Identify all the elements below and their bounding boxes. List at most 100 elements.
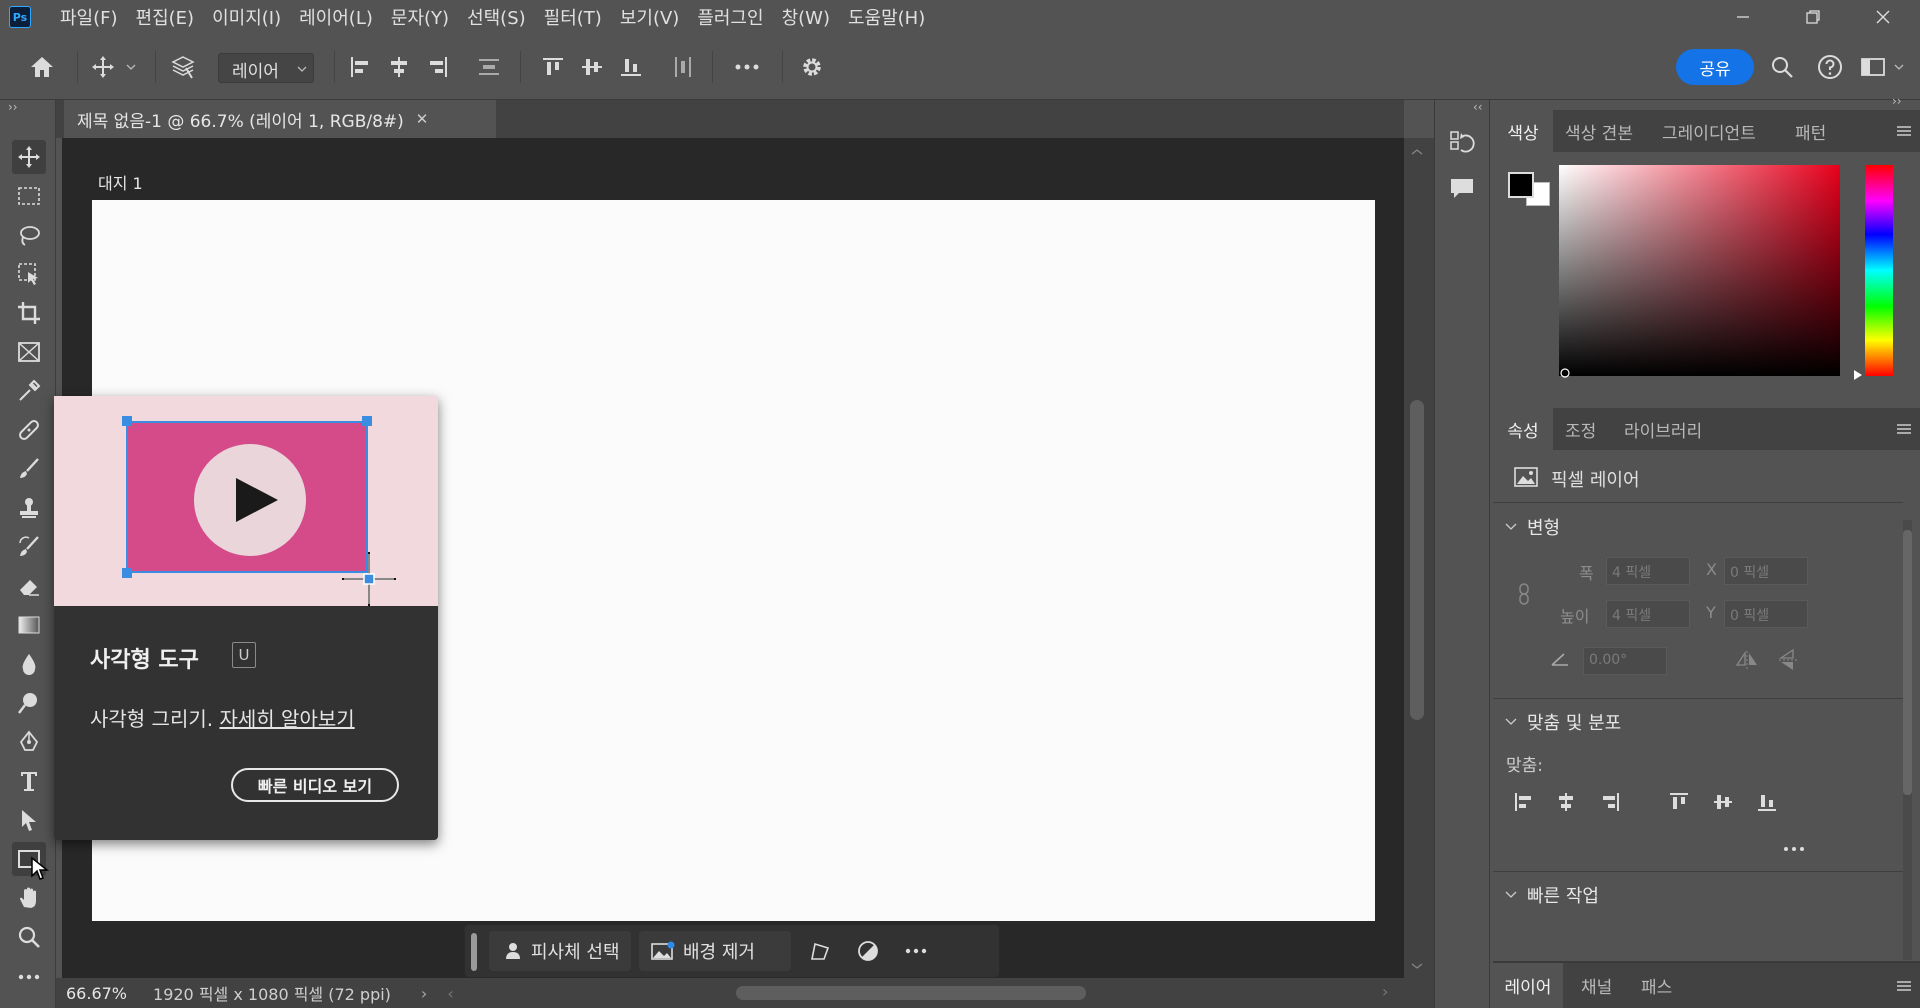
scroll-down-icon[interactable] — [1411, 962, 1423, 970]
healing-brush-tool-icon[interactable] — [12, 413, 46, 447]
transform-section-header[interactable]: 변형 — [1505, 514, 1560, 540]
close-tab-icon[interactable]: ✕ — [416, 110, 429, 128]
home-icon[interactable] — [27, 52, 57, 82]
workspace-chevron-down-icon[interactable] — [1892, 52, 1906, 82]
link-icon[interactable] — [1517, 583, 1531, 605]
taskbar-drag-handle[interactable] — [471, 933, 477, 971]
type-tool-icon[interactable] — [12, 764, 46, 798]
foreground-color-swatch[interactable] — [1508, 172, 1534, 198]
tab-gradients[interactable]: 그레이디언트 — [1662, 110, 1756, 152]
share-button[interactable]: 공유 — [1676, 49, 1754, 85]
tab-properties[interactable]: 속성 — [1493, 408, 1553, 450]
menu-image[interactable]: 이미지(I) — [203, 4, 290, 30]
align-left-icon[interactable] — [1514, 792, 1534, 812]
distribute-horizontal-icon[interactable] — [668, 52, 698, 82]
more-align-options-icon[interactable] — [1783, 845, 1805, 853]
move-tool-icon[interactable] — [12, 140, 46, 174]
object-selection-tool-icon[interactable] — [12, 257, 46, 291]
menu-plugins[interactable]: 플러그인 — [688, 4, 772, 30]
tab-channels[interactable]: 채널 — [1581, 963, 1612, 1008]
clone-stamp-tool-icon[interactable] — [12, 491, 46, 525]
menu-filter[interactable]: 필터(T) — [535, 4, 611, 30]
gear-icon[interactable] — [797, 52, 827, 82]
x-field[interactable]: 0 픽셀 — [1724, 557, 1808, 585]
close-window-button[interactable] — [1846, 0, 1920, 34]
help-icon[interactable] — [1815, 52, 1845, 82]
transform-icon[interactable] — [809, 940, 831, 962]
menu-view[interactable]: 보기(V) — [611, 4, 688, 30]
align-bottom-icon[interactable] — [616, 52, 646, 82]
zoom-tool-icon[interactable] — [12, 920, 46, 954]
align-horizontal-center-icon[interactable] — [384, 52, 414, 82]
document-tab[interactable]: 제목 없음-1 @ 66.7% (레이어 1, RGB/8#) ✕ — [64, 100, 496, 138]
angle-field[interactable]: 0.00° — [1583, 647, 1667, 675]
comments-panel-icon[interactable] — [1449, 176, 1475, 202]
auto-select-target-dropdown[interactable]: 레이어 — [218, 53, 314, 83]
distribute-vertical-icon[interactable] — [474, 52, 504, 82]
height-field[interactable]: 4 픽셀 — [1606, 600, 1690, 628]
frame-tool-icon[interactable] — [12, 335, 46, 369]
chevron-down-icon[interactable] — [124, 52, 138, 82]
menu-window[interactable]: 창(W) — [773, 4, 839, 30]
auto-select-layers-icon[interactable] — [168, 52, 198, 82]
zoom-level[interactable]: 66.67% — [66, 984, 127, 1003]
status-chevron-icon[interactable]: › — [421, 984, 427, 1003]
align-bottom-icon[interactable] — [1757, 792, 1777, 812]
dodge-tool-icon[interactable] — [12, 686, 46, 720]
eyedropper-tool-icon[interactable] — [12, 374, 46, 408]
history-panel-icon[interactable] — [1449, 130, 1475, 158]
hue-slider-marker[interactable] — [1853, 369, 1863, 381]
blur-tool-icon[interactable] — [12, 647, 46, 681]
align-top-icon[interactable] — [1669, 792, 1689, 812]
artboard-label[interactable]: 대지 1 — [98, 170, 143, 194]
tab-patterns[interactable]: 패턴 — [1795, 110, 1826, 152]
menu-layer[interactable]: 레이어(L) — [290, 4, 382, 30]
scroll-right-icon[interactable]: › — [1382, 982, 1388, 1001]
color-field[interactable] — [1559, 165, 1840, 376]
remove-background-button[interactable]: 배경 제거 — [639, 931, 791, 971]
tab-color[interactable]: 색상 — [1493, 110, 1553, 152]
pen-tool-icon[interactable] — [12, 725, 46, 759]
minimize-button[interactable] — [1706, 0, 1780, 34]
tab-layers[interactable]: 레이어 — [1493, 963, 1563, 1008]
hue-slider[interactable] — [1865, 165, 1893, 376]
menu-file[interactable]: 파일(F) — [51, 4, 127, 30]
tab-swatches[interactable]: 색상 견본 — [1565, 110, 1633, 152]
taskbar-more-icon[interactable] — [905, 947, 927, 955]
quick-actions-section-header[interactable]: 빠른 작업 — [1505, 882, 1599, 908]
align-vertical-center-icon[interactable] — [1713, 792, 1733, 812]
edit-toolbar-icon[interactable] — [12, 960, 46, 994]
panel-menu-icon[interactable] — [1896, 979, 1912, 993]
search-icon[interactable] — [1767, 52, 1797, 82]
tab-libraries[interactable]: 라이브러리 — [1624, 408, 1702, 450]
menu-select[interactable]: 선택(S) — [458, 4, 535, 30]
align-right-icon[interactable] — [1600, 792, 1620, 812]
vertical-scrollbar-thumb[interactable] — [1410, 400, 1424, 720]
menu-type[interactable]: 문자(Y) — [382, 4, 458, 30]
eraser-tool-icon[interactable] — [12, 569, 46, 603]
properties-scrollbar-thumb[interactable] — [1903, 530, 1912, 795]
tab-adjustments[interactable]: 조정 — [1565, 408, 1596, 450]
restore-button[interactable] — [1776, 0, 1850, 34]
crop-tool-icon[interactable] — [12, 296, 46, 330]
history-brush-tool-icon[interactable] — [12, 530, 46, 564]
align-vertical-center-icon[interactable] — [577, 52, 607, 82]
more-options-icon[interactable] — [732, 52, 762, 82]
marquee-tool-icon[interactable] — [12, 179, 46, 213]
lasso-tool-icon[interactable] — [12, 218, 46, 252]
gradient-tool-icon[interactable] — [12, 608, 46, 642]
tooltip-video-preview[interactable] — [54, 396, 438, 606]
align-right-icon[interactable] — [423, 52, 453, 82]
menu-help[interactable]: 도움말(H) — [839, 4, 934, 30]
path-selection-tool-icon[interactable] — [12, 803, 46, 837]
scroll-up-icon[interactable] — [1411, 148, 1423, 156]
learn-more-link[interactable]: 자세히 알아보기 — [219, 707, 354, 731]
horizontal-scrollbar-thumb[interactable] — [736, 986, 1086, 1000]
flip-horizontal-icon[interactable] — [1735, 651, 1759, 669]
adjustment-layer-icon[interactable] — [857, 940, 879, 962]
align-distribute-section-header[interactable]: 맞춤 및 분포 — [1505, 709, 1621, 735]
collapse-dock-icon[interactable]: ‹‹ — [1473, 100, 1483, 114]
align-horizontal-center-icon[interactable] — [1556, 792, 1576, 812]
panel-menu-icon[interactable] — [1896, 422, 1912, 436]
expand-toolbar-icon[interactable]: ›› — [8, 100, 18, 114]
